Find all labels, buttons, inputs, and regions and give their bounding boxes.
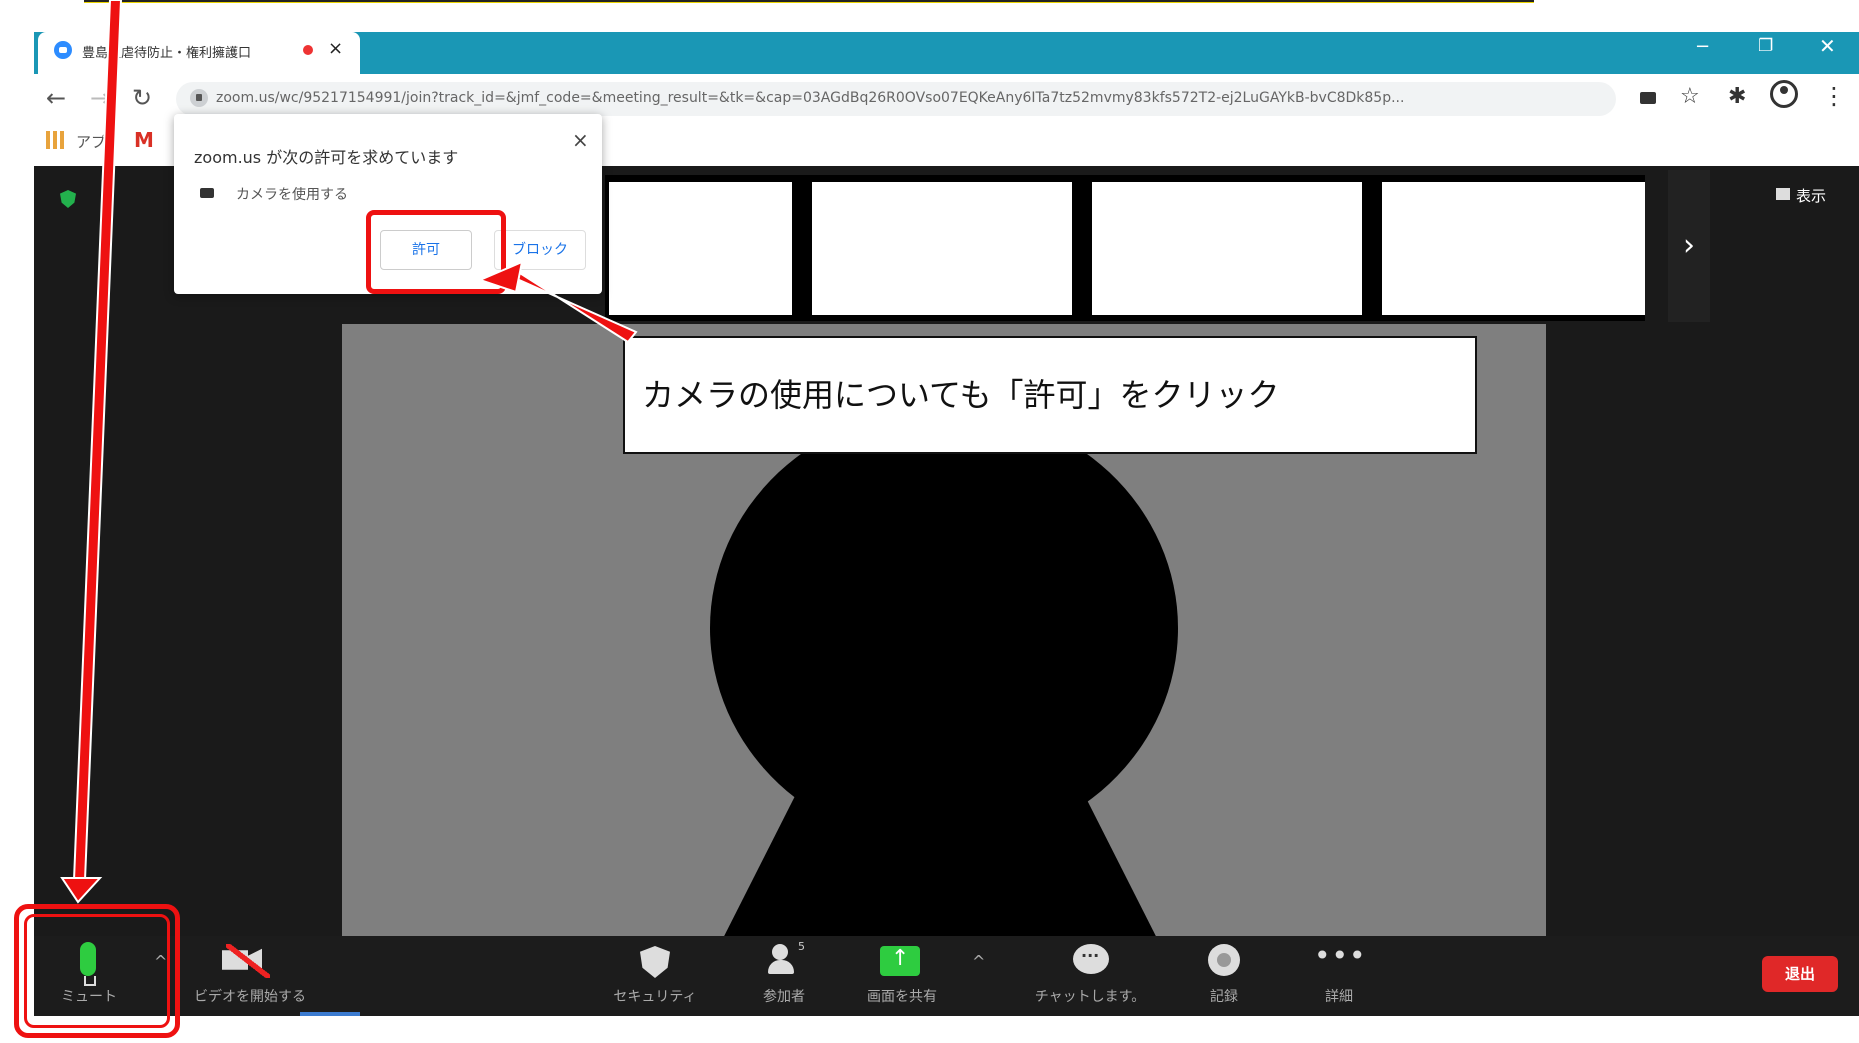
annotation-arrows: [60, 0, 638, 904]
arrow-to-mute: [60, 0, 123, 904]
arrow-to-allow: [477, 260, 638, 344]
